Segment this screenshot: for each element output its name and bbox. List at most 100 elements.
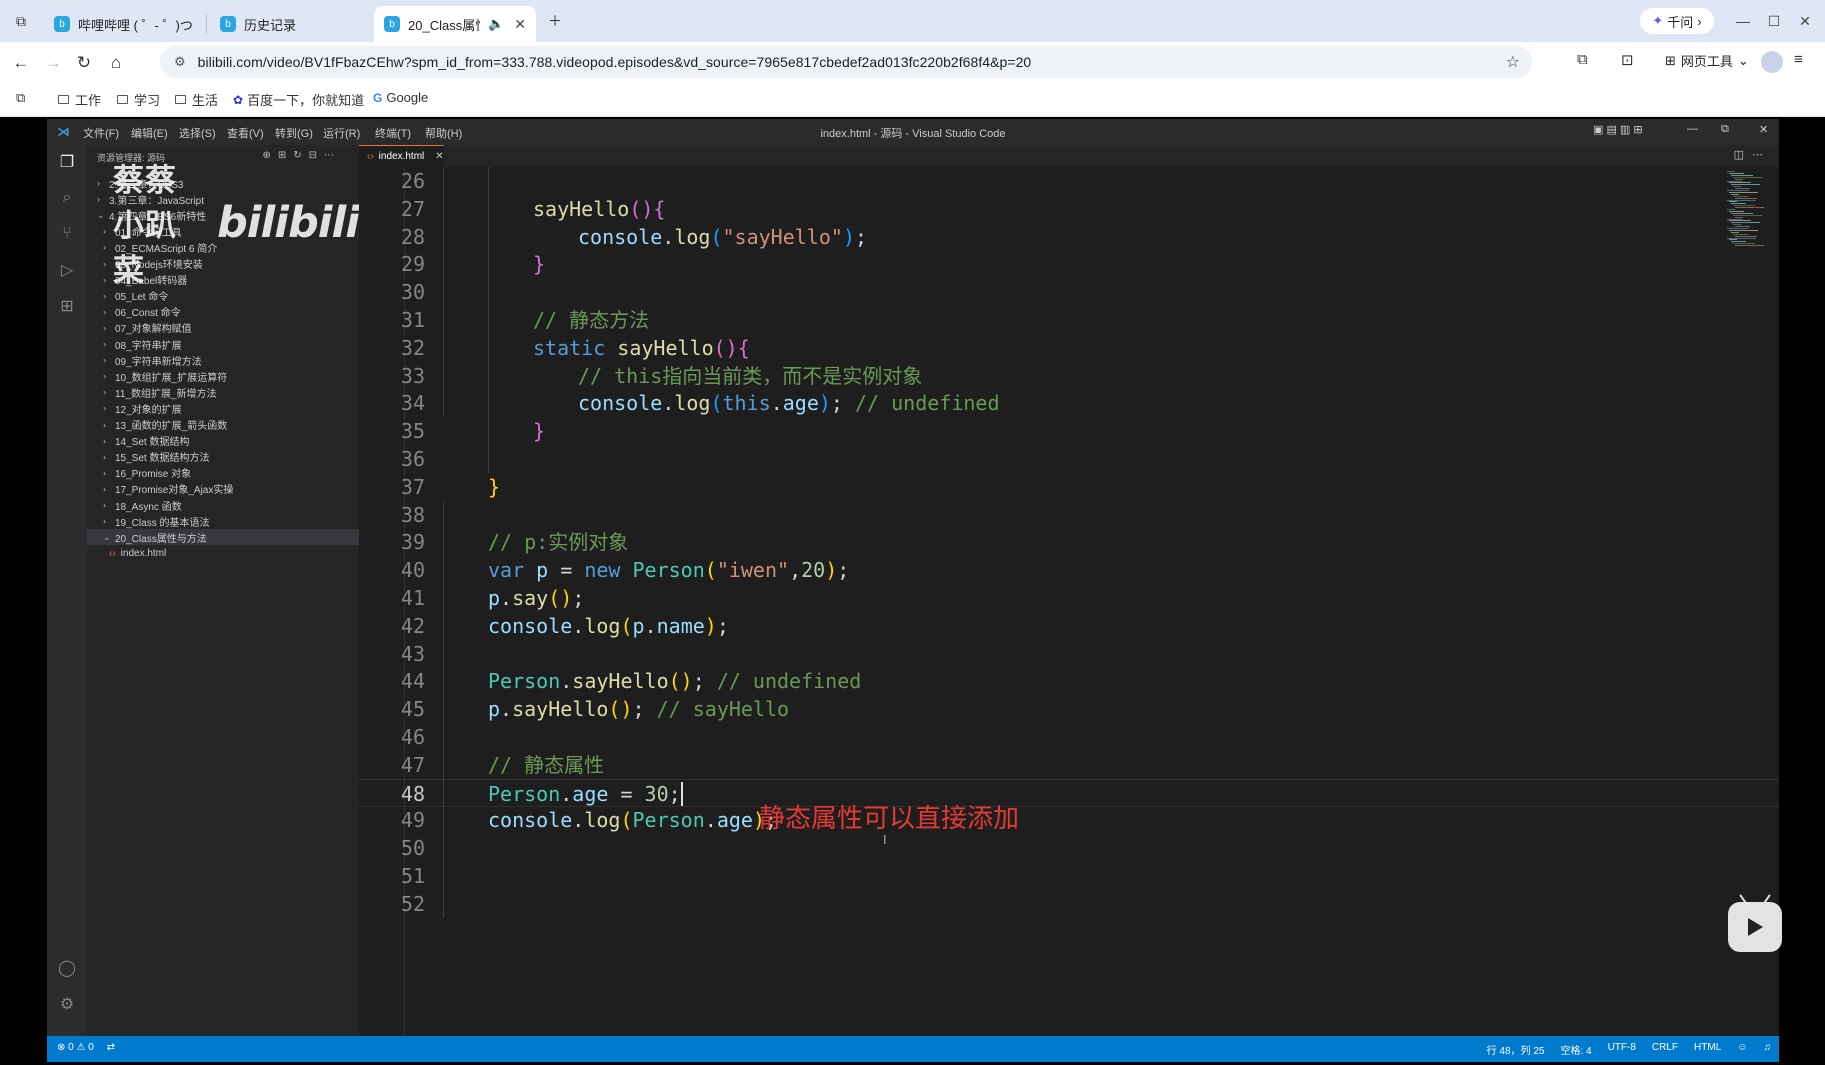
- settings-gear-icon: ⚙: [59, 996, 75, 1013]
- tree-item-label: 3.第三章：JavaScript: [109, 195, 205, 207]
- minimap-line: [1735, 216, 1743, 218]
- reading-list-icon[interactable]: ⧉: [16, 90, 25, 106]
- line-number: 29: [400, 252, 425, 277]
- vscode-restore-icon: ⧉: [1721, 123, 1729, 135]
- back-arrow-icon[interactable]: ←: [7, 49, 35, 77]
- reload-icon[interactable]: ↻: [70, 49, 98, 77]
- new-tab-button[interactable]: ＋: [542, 8, 568, 34]
- code-token-plain: ;: [632, 697, 657, 722]
- code-line: 44 Person.sayHello(); // undefined: [359, 667, 1779, 695]
- tree-item-label: 05_Let 命令: [115, 292, 169, 304]
- chevron-down-icon: ⌄: [97, 209, 105, 220]
- minimize-window-button[interactable]: —: [1728, 8, 1758, 34]
- explorer-files-icon: ❐: [59, 154, 75, 171]
- bookmark-folder-work[interactable]: 工作: [58, 90, 101, 109]
- code-token-fn: log: [584, 613, 621, 638]
- line-source: console.log("sayHello");: [578, 223, 867, 251]
- code-token-br2: {: [653, 196, 666, 221]
- line-source: // 静态方法: [533, 306, 649, 334]
- browser-tab-history[interactable]: b 历史记录: [210, 6, 370, 42]
- home-icon[interactable]: ⌂: [102, 49, 130, 77]
- minimap-line: [1727, 218, 1742, 220]
- vscode-status-bar: ⊗ 0 ⚠ 0 ⇄ 行 48，列 25 空格: 4 UTF-8 CRLF HTM…: [47, 1036, 1779, 1062]
- code-line: 41 p.say();: [359, 584, 1779, 612]
- code-line: 34 console.log(this.age); // undefined: [359, 389, 1779, 417]
- web-tools-menu[interactable]: ⊞ 网页工具 ⌄: [1665, 51, 1749, 70]
- tree-item-label: 11_数组扩展_新增方法: [115, 388, 217, 400]
- tree-folder-item: › 13_函数的扩展_箭头函数: [87, 417, 359, 433]
- extensions-icon[interactable]: ⧉: [1577, 51, 1588, 68]
- line-number: 33: [400, 363, 425, 388]
- minimap-line: [1733, 224, 1741, 226]
- forward-arrow-icon[interactable]: →: [39, 49, 67, 77]
- line-number: 52: [400, 891, 425, 916]
- qianwen-button[interactable]: ✦ 千问 ›: [1640, 8, 1714, 34]
- menu-icon[interactable]: ≡: [1794, 51, 1803, 68]
- minimap-line: [1731, 212, 1753, 214]
- line-number: 50: [400, 836, 425, 861]
- tree-folder-item: › 05_Let 命令: [87, 288, 359, 304]
- code-token-var: p: [536, 558, 549, 583]
- vscode-explorer: 资源管理器: 源码 ⊕⊞↻⊟⋯ › 2.第二章：CSS3 › 3.第三章：JavaSc…: [87, 145, 359, 1036]
- tab-actions-icon[interactable]: ⧉: [8, 8, 34, 34]
- bookmark-google[interactable]: G Google: [373, 90, 428, 105]
- video-player[interactable]: ⋊ 文件(F) 编辑(E) 选择(S) 查看(V) 转到(G) 运行(R) 终端…: [0, 117, 1825, 1065]
- bookmark-folder-study[interactable]: 学习: [117, 90, 160, 109]
- split-editor-icon: ◫⋯: [1733, 149, 1771, 161]
- code-token-br2: }: [533, 252, 546, 277]
- code-line: 49 console.log(Person.age);: [359, 806, 1779, 834]
- browser-window: ⧉ b 哔哩哔哩 ( ゜- ゜)つロ b 历史记录 b 20_Class属性 🔈…: [0, 0, 1825, 1065]
- minimap-line: [1729, 191, 1758, 193]
- code-token-cmt: // undefined: [855, 391, 1000, 416]
- minimap-line: [1735, 178, 1743, 180]
- speaker-icon[interactable]: 🔈: [488, 16, 504, 32]
- bookmark-baidu[interactable]: ✿ 百度一下，你就知道: [233, 90, 364, 109]
- code-line: 31 // 静态方法: [359, 306, 1779, 334]
- tree-item-label: 18_Async 函数: [115, 501, 182, 513]
- line-number: 40: [400, 558, 425, 583]
- site-info-icon[interactable]: ⚙: [174, 54, 186, 70]
- line-number: 35: [400, 419, 425, 444]
- screenshot-icon[interactable]: ⊡: [1621, 51, 1634, 69]
- minimap-line: [1733, 195, 1748, 197]
- code-token-br1: (: [620, 613, 633, 638]
- code-token-br3: (: [710, 391, 723, 416]
- profile-avatar[interactable]: [1761, 51, 1783, 73]
- code-token-var: console: [578, 224, 663, 249]
- code-token-var: age: [716, 808, 753, 833]
- minimap-line: [1733, 214, 1762, 216]
- browser-tab-strip: ⧉ b 哔哩哔哩 ( ゜- ゜)つロ b 历史记录 b 20_Class属性 🔈…: [0, 0, 1825, 42]
- browser-tab-bilibili-home[interactable]: b 哔哩哔哩 ( ゜- ゜)つロ: [44, 6, 202, 42]
- maximize-window-button[interactable]: ☐: [1759, 8, 1789, 34]
- code-token-plain: ;: [668, 781, 681, 806]
- minimap-line: [1727, 209, 1735, 210]
- chevron-right-icon: ›: [103, 306, 106, 317]
- code-token-br2: }: [533, 419, 546, 444]
- code-token-br1: }: [488, 474, 501, 499]
- bookmark-star-icon[interactable]: ☆: [1506, 52, 1520, 72]
- layout-icon: ▣ ▤ ▥ ⊞: [1593, 124, 1643, 136]
- chevron-down-icon: ⌄: [1737, 52, 1749, 68]
- code-token-var: console: [578, 391, 663, 416]
- code-token-br1: (): [668, 669, 693, 694]
- code-token-str: "iwen": [716, 558, 790, 583]
- minimap-line: [1735, 226, 1750, 228]
- tree-folder-item: ⌄ 4.第四章：ES6新特性: [87, 207, 359, 223]
- tree-folder-item: › 01_命令行工具: [87, 223, 359, 239]
- minimap-line: [1727, 237, 1756, 239]
- bilibili-play-button[interactable]: [1728, 902, 1782, 952]
- bookmark-folder-life[interactable]: 生活: [175, 90, 218, 109]
- minimap-line: [1735, 235, 1757, 237]
- close-window-button[interactable]: ✕: [1790, 8, 1820, 34]
- close-tab-icon[interactable]: ✕: [514, 16, 526, 33]
- folder-icon: [117, 95, 128, 104]
- minimap-line: [1731, 184, 1760, 186]
- code-line: 29}: [359, 250, 1779, 278]
- code-token-cmt: // 静态属性: [488, 752, 605, 777]
- code-token-fn: sayHello: [533, 196, 630, 221]
- address-bar[interactable]: ⚙ bilibili.com/video/BV1fFbazCEhw?spm_id…: [160, 46, 1532, 78]
- chevron-right-icon: ›: [103, 403, 106, 414]
- browser-tab-current-video[interactable]: b 20_Class属性 🔈 ✕: [374, 6, 536, 42]
- code-token-kw: this: [722, 391, 771, 416]
- code-token-plain: =: [548, 558, 585, 583]
